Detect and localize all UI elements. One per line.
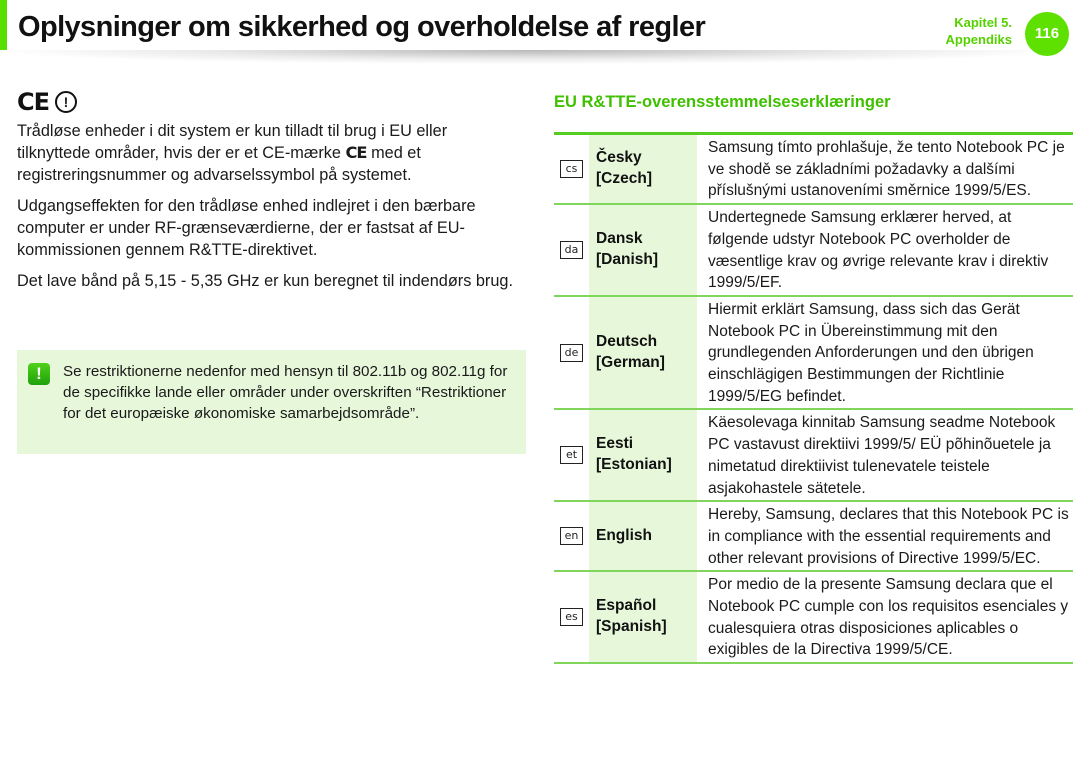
language-code-icon: es [560,608,583,627]
note-box: ! Se restriktionerne nedenfor med hensyn… [17,350,526,454]
language-code-icon: en [560,527,583,546]
declaration-row: es Español [Spanish] Por medio de la pre… [554,572,1073,665]
language-name: Eesti [Estonian] [596,433,672,475]
language-native-name: English [596,526,652,544]
ce-symbols: CE ! [17,88,517,116]
declaration-text: Käesolevaga kinnitab Samsung seadme Note… [708,414,1056,497]
declarations-table: cs Česky [Czech] Samsung tímto prohlašuj… [554,135,1073,665]
note-text: Se restriktionerne nedenfor med hensyn t… [63,363,508,422]
left-column: CE ! Trådløse enheder i dit system er ku… [17,88,517,301]
page-title: Oplysninger om sikkerhed og overholdelse… [18,11,706,43]
language-code-icon: et [560,446,583,465]
right-column: EU R&TTE-overensstemmelseserklæringer cs… [554,90,1073,665]
declaration-row: en English Hereby, Samsung, declares tha… [554,502,1073,573]
language-english-name: [German] [596,353,665,371]
language-native-name: Česky [596,149,642,166]
declaration-text: Undertegnede Samsung erklærer herved, at… [708,209,1049,292]
chapter-number: Kapitel 5. [954,15,1012,30]
ce-mark-icon: CE [17,88,50,116]
language-native-name: Eesti [596,435,634,453]
header-divider [0,50,1060,64]
alert-symbol-icon: ! [55,91,78,113]
language-english-name: [Estonian] [596,456,672,474]
chapter-label: Kapitel 5. Appendiks [946,14,1012,48]
declaration-row: cs Česky [Czech] Samsung tímto prohlašuj… [554,135,1073,206]
declaration-row: de Deutsch [German] Hiermit erklärt Sams… [554,296,1073,411]
exclamation-icon: ! [28,363,50,385]
declaration-text: Hiermit erklärt Samsung, dass sich das G… [708,300,1034,405]
language-code-icon: de [560,343,583,362]
language-native-name: Español [596,597,657,615]
declaration-row: da Dansk [Danish] Undertegnede Samsung e… [554,205,1073,297]
declaration-text: Samsung tímto prohlašuje, že tento Noteb… [708,139,1065,200]
language-native-name: Dansk [596,230,643,248]
declaration-text: Hereby, Samsung, declares that this Note… [708,506,1069,567]
language-code-icon: cs [560,160,583,178]
language-name: Česky [Czech] [596,147,652,189]
ce-mark-inline-icon: CE [345,143,367,162]
language-english-name: [Danish] [596,251,658,269]
language-name: English [596,525,652,546]
language-name: Dansk [Danish] [596,228,658,270]
declaration-text: Por medio de la presente Samsung declara… [708,576,1069,659]
language-name: Español [Spanish] [596,595,667,637]
paragraph-low-band: Det lave bånd på 5,15 - 5,35 GHz er kun … [17,272,513,290]
chapter-name: Appendiks [945,32,1012,47]
language-code-icon: da [560,241,583,260]
paragraph-wireless-usage: Trådløse enheder i dit system er kun til… [17,120,517,186]
language-english-name: [Czech] [596,170,652,187]
section-title: EU R&TTE-overensstemmelseserklæringer [554,93,891,111]
paragraph-output-power: Udgangseffekten for den trådløse enhed i… [17,197,476,259]
language-english-name: [Spanish] [596,618,667,636]
page-header: Oplysninger om sikkerhed og overholdelse… [0,0,1080,64]
declaration-row: et Eesti [Estonian] Käesolevaga kinnitab… [554,410,1073,503]
language-name: Deutsch [German] [596,331,665,373]
header-accent-bar [0,0,7,50]
language-native-name: Deutsch [596,332,658,350]
